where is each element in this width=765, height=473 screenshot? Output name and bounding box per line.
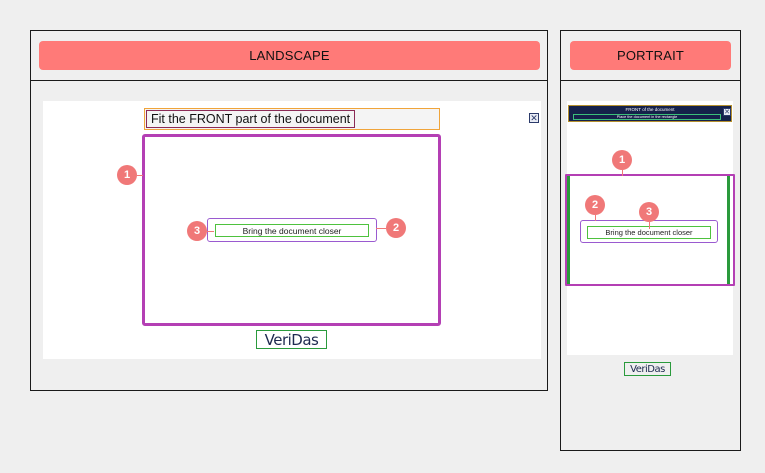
close-icon[interactable]: ✕: [529, 113, 539, 123]
landscape-title-bar: Fit the FRONT part of the document: [144, 108, 440, 130]
callout-marker-1: 1: [117, 165, 137, 185]
callout-leader-1: [137, 175, 143, 176]
landscape-header-label: LANDSCAPE: [39, 41, 540, 70]
portrait-capture-screen: FRONT of the document Place the document…: [565, 101, 735, 376]
veridas-logo: VeriDas: [624, 362, 671, 376]
portrait-panel-header: PORTRAIT: [561, 31, 740, 81]
landscape-capture-screen: Fit the FRONT part of the document ✕ Bri…: [43, 101, 541, 359]
landscape-message: Bring the document closer: [215, 224, 369, 237]
callout-marker-1: 1: [612, 150, 632, 170]
callout-leader-1: [622, 170, 623, 176]
landscape-message-box: Bring the document closer: [207, 218, 377, 242]
veridas-logo: VeriDas: [256, 330, 327, 349]
callout-leader-3: [207, 231, 214, 232]
portrait-frame-right-guide: [727, 176, 730, 284]
close-icon[interactable]: ✕: [723, 108, 731, 116]
portrait-title-banner: FRONT of the document Place the document…: [568, 105, 732, 122]
callout-marker-3: 3: [639, 202, 659, 222]
portrait-panel: PORTRAIT FRONT of the document Place the…: [560, 30, 741, 451]
callout-leader-3: [649, 222, 650, 229]
callout-marker-2: 2: [386, 218, 406, 238]
portrait-subtitle: Place the document in the rectangle: [573, 114, 721, 120]
landscape-panel: LANDSCAPE Fit the FRONT part of the docu…: [30, 30, 548, 391]
landscape-panel-header: LANDSCAPE: [31, 31, 547, 81]
portrait-frame-left-guide: [567, 176, 570, 284]
callout-marker-2: 2: [585, 195, 605, 215]
landscape-title: Fit the FRONT part of the document: [146, 110, 356, 128]
portrait-header-label: PORTRAIT: [570, 41, 731, 70]
callout-leader-2: [376, 228, 386, 229]
callout-leader-2: [595, 215, 596, 221]
portrait-title: FRONT of the document: [625, 107, 675, 112]
callout-marker-3: 3: [187, 221, 207, 241]
